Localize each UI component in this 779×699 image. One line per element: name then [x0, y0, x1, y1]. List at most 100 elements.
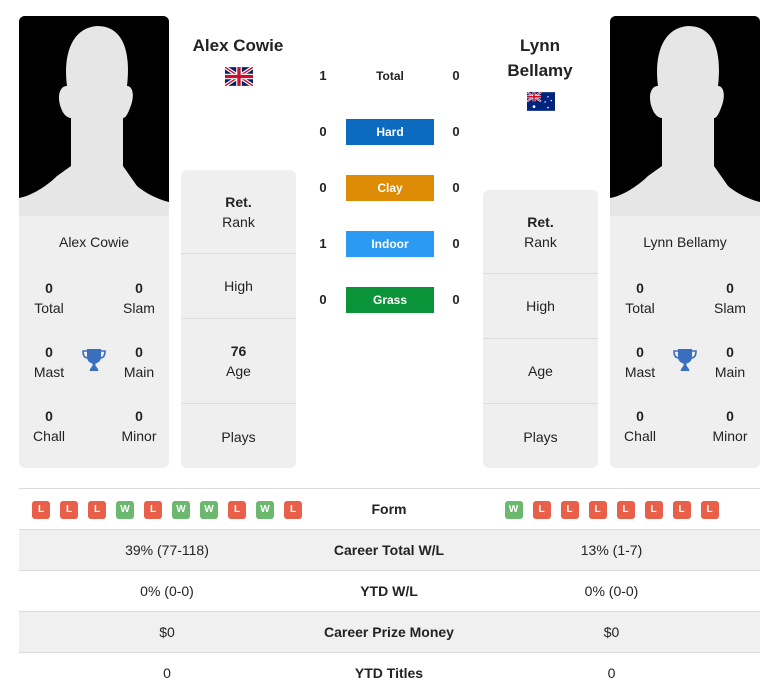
player1-name-link[interactable]: Alex Cowie	[178, 33, 298, 58]
rank-label: Rank	[524, 233, 557, 250]
value: 0	[636, 280, 644, 296]
surface-badge-indoor[interactable]: Indoor	[346, 231, 434, 257]
player1-value: 39% (77-118)	[125, 542, 209, 558]
player1-chall-titles: 0 Chall	[19, 406, 79, 446]
form-loss-badge[interactable]: L	[228, 500, 246, 519]
australia-flag-icon	[527, 92, 555, 111]
form-loss-badge[interactable]: L	[700, 500, 719, 519]
row-label: Career Prize Money	[324, 624, 454, 640]
label: Minor	[712, 428, 748, 444]
p1-value: 0	[319, 180, 327, 195]
silhouette-icon	[610, 16, 760, 216]
p1-value: 1	[319, 68, 327, 83]
player2-rank: Ret. Rank	[483, 190, 598, 274]
p1-value: 1	[319, 236, 327, 251]
player2-value: 0% (0-0)	[584, 583, 639, 599]
player1-photo	[19, 16, 169, 216]
age-label: Age	[226, 363, 251, 379]
h2h-clay-row: 0 Clay 0	[300, 174, 480, 202]
trophy-icon	[673, 349, 697, 371]
form-win-badge[interactable]: W	[200, 500, 218, 519]
player2-value: $0	[603, 624, 620, 640]
label: Mast	[624, 364, 656, 380]
value: 0	[45, 280, 53, 296]
p2-value: 0	[452, 68, 460, 83]
row-label: YTD W/L	[360, 583, 418, 599]
player2-high: High	[483, 274, 598, 339]
form-win-badge[interactable]: W	[172, 500, 190, 519]
player1-main-titles: 0 Main	[109, 342, 169, 382]
form-win-badge[interactable]: W	[116, 500, 134, 519]
surface-badge-grass[interactable]: Grass	[346, 287, 434, 313]
comparison-table: LLLWLWWLWL Form WLLLLLLL 39% (77-118) Ca…	[19, 488, 760, 693]
player1-total-titles: 0 Total	[19, 278, 79, 318]
form-win-badge[interactable]: W	[256, 500, 274, 519]
label: Total	[625, 300, 655, 316]
player2-total-titles: 0 Total	[610, 278, 670, 318]
value: 0	[135, 408, 143, 424]
player2-mast-titles: 0 Mast	[610, 342, 670, 382]
form-loss-badge[interactable]: L	[144, 500, 162, 519]
form-loss-badge[interactable]: L	[284, 500, 302, 519]
form-loss-badge[interactable]: L	[88, 500, 106, 519]
name-line1: Lynn	[520, 36, 560, 55]
age-value: 76	[230, 343, 247, 359]
player2-slam-titles: 0 Slam	[700, 278, 760, 318]
player1-rank: Ret. Rank	[181, 170, 296, 254]
form-loss-badge[interactable]: L	[672, 500, 691, 519]
h2h-grass-row: 0 Grass 0	[300, 286, 480, 314]
label: Minor	[121, 428, 157, 444]
table-row: 0 YTD Titles 0	[19, 652, 760, 693]
plays-label: Plays	[523, 428, 558, 445]
label: Slam	[123, 300, 155, 316]
value: 0	[45, 344, 53, 360]
table-row: 39% (77-118) Career Total W/L 13% (1-7)	[19, 529, 760, 570]
player1-slam-titles: 0 Slam	[109, 278, 169, 318]
form-row: LLLWLWWLWL Form WLLLLLLL	[19, 488, 760, 529]
high-label: High	[224, 278, 253, 294]
trophy-icon	[82, 349, 106, 371]
player2-chall-titles: 0 Chall	[610, 406, 670, 446]
high-label: High	[526, 298, 555, 314]
value: 0	[636, 408, 644, 424]
table-row: $0 Career Prize Money $0	[19, 611, 760, 652]
form-loss-badge[interactable]: L	[560, 500, 579, 519]
surface-badge-hard[interactable]: Hard	[346, 119, 434, 145]
player1-value: 0% (0-0)	[140, 583, 194, 599]
p2-value: 0	[452, 236, 460, 251]
rank-value: Ret.	[527, 213, 554, 230]
player1-high: High	[181, 254, 296, 319]
surface-badge-clay[interactable]: Clay	[346, 175, 434, 201]
value: 0	[45, 408, 53, 424]
value: 0	[636, 344, 644, 360]
row-label: Career Total W/L	[333, 542, 445, 558]
p1-value: 0	[319, 292, 327, 307]
player1-plays: Plays	[181, 404, 296, 468]
player2-name-link[interactable]: Lynn Bellamy	[480, 33, 600, 83]
player1-age: 76 Age	[181, 319, 296, 404]
uk-flag-icon	[225, 67, 253, 86]
value: 0	[135, 344, 143, 360]
form-loss-badge[interactable]: L	[588, 500, 607, 519]
rank-value: Ret.	[225, 193, 252, 210]
p1-value: 0	[319, 124, 327, 139]
player1-card: Alex Cowie 0 Total 0 Slam 0 Mast 0 Main …	[19, 16, 169, 468]
form-loss-badge[interactable]: L	[60, 500, 78, 519]
player1-minor-titles: 0 Minor	[109, 406, 169, 446]
form-loss-badge[interactable]: L	[616, 500, 635, 519]
form-loss-badge[interactable]: L	[532, 500, 551, 519]
name-line2: Bellamy	[507, 61, 573, 80]
player2-main-titles: 0 Main	[700, 342, 760, 382]
age-label: Age	[528, 363, 553, 379]
form-loss-badge[interactable]: L	[644, 500, 663, 519]
h2h-hard-row: 0 Hard 0	[300, 118, 480, 146]
table-row: 0% (0-0) YTD W/L 0% (0-0)	[19, 570, 760, 611]
label: Chall	[624, 428, 656, 444]
form-loss-badge[interactable]: L	[32, 500, 50, 519]
player1-value: $0	[159, 624, 175, 640]
player1-mast-titles: 0 Mast	[19, 342, 79, 382]
player2-minor-titles: 0 Minor	[700, 406, 760, 446]
label: Main	[714, 364, 746, 380]
form-win-badge[interactable]: W	[504, 500, 523, 519]
value: 0	[726, 408, 734, 424]
